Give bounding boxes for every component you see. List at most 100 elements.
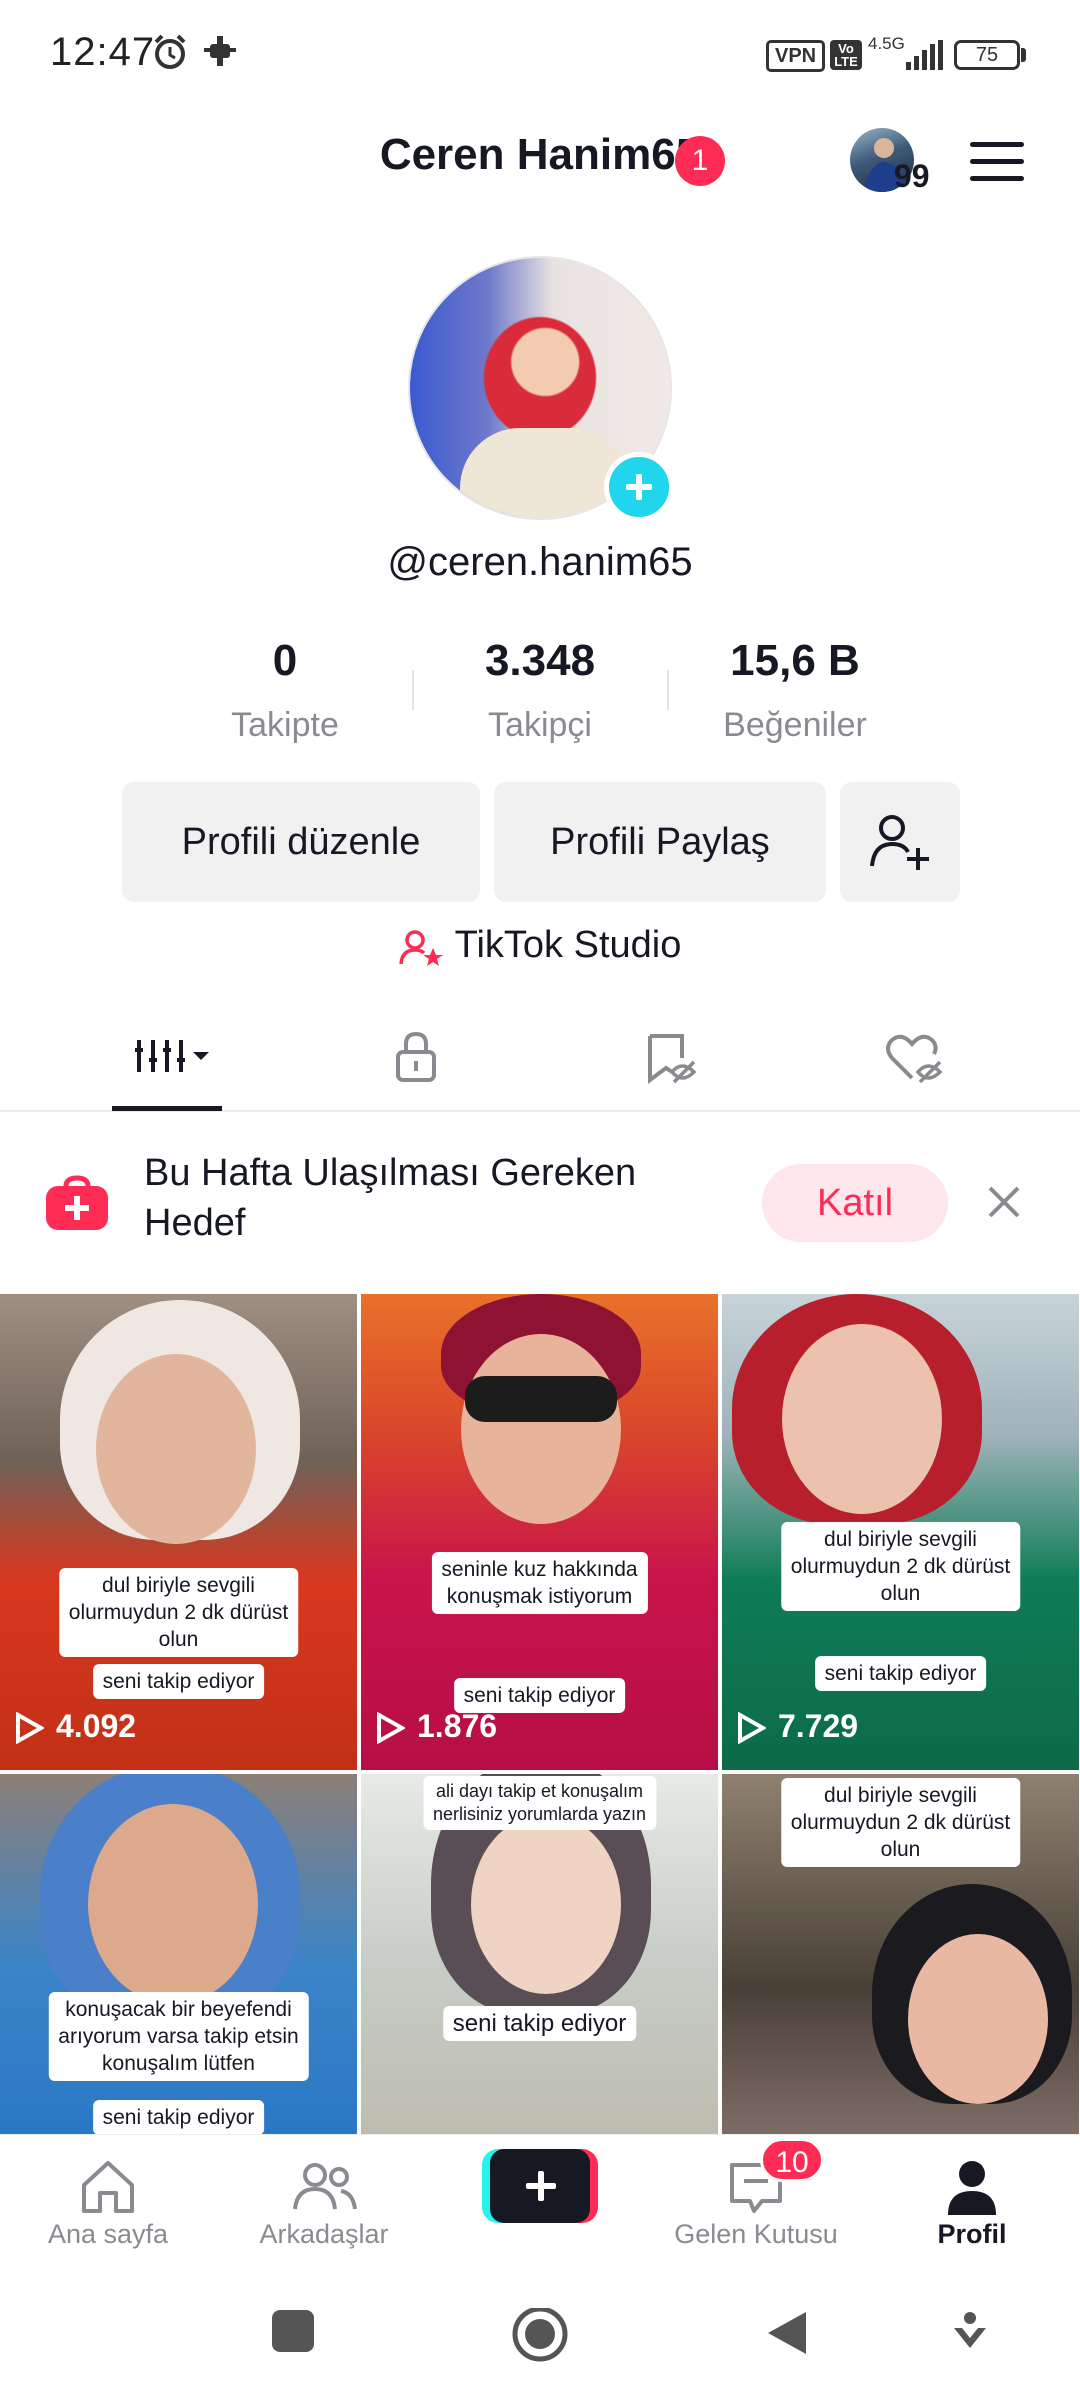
video-thumbnail[interactable]: dul biriyle sevgili olurmuydun 2 dk dürüs… — [0, 1294, 357, 1770]
video-caption: ali dayı takip et konuşalım nerlisiniz yo… — [422, 1776, 657, 1830]
video-thumbnail[interactable]: dul biriyle sevgili olurmuydun 2 dk dürüs… — [722, 1294, 1079, 1770]
friends-icon — [293, 2163, 357, 2210]
add-user-icon — [870, 815, 929, 870]
back-icon[interactable] — [764, 2308, 810, 2358]
sunglasses — [465, 1376, 617, 1422]
video-sticker: seni takip ediyor — [92, 2100, 265, 2134]
studio-icon — [398, 930, 443, 966]
tab-reposts[interactable] — [560, 1012, 776, 1112]
medical-bag-icon — [46, 1175, 108, 1230]
bookmark-hidden-icon — [648, 1034, 697, 1084]
join-button[interactable]: Katıl — [762, 1164, 948, 1242]
page-title: Ceren Hanim65 — [379, 130, 701, 179]
video-caption: seninle kuz hakkında konuşmak istiyorum — [431, 1552, 648, 1614]
inbox-badge: 10 — [760, 2138, 824, 2182]
play-icon — [738, 1712, 766, 1744]
nav-inbox[interactable]: Gelen Kutusu — [648, 2135, 864, 2271]
video-thumbnail[interactable]: konuşacak bir beyefendi arıyorum varsa ta… — [0, 1774, 357, 2134]
video-thumbnail[interactable]: seninle kuz hakkında konuşmak istiyorum s… — [361, 1294, 718, 1770]
nav-friends[interactable]: Arkadaşlar — [216, 2135, 432, 2271]
app-notification-icon — [204, 36, 236, 66]
stat-following[interactable]: 0 Takipte — [165, 636, 405, 745]
alarm-icon — [154, 34, 186, 69]
video-thumbnail[interactable]: dul biriyle sevgili olurmuydun 2 dk dürüs… — [722, 1774, 1079, 2134]
divider — [667, 670, 669, 710]
thumbnail-face — [471, 1814, 621, 1994]
stat-value: 15,6 B — [730, 636, 860, 685]
video-sticker: seni takip ediyor — [814, 1656, 987, 1691]
home-icon — [82, 2161, 134, 2213]
tiktok-studio-link[interactable]: TikTok Studio — [0, 924, 1080, 967]
username: @ceren.hanim65 — [387, 540, 693, 584]
bottom-navigation: Ana sayfa Arkadaşlar Gelen Kutusu Profil — [0, 2134, 1080, 2270]
close-icon[interactable] — [984, 1182, 1024, 1222]
nav-create[interactable] — [432, 2135, 648, 2271]
video-caption: konuşacak bir beyefendi arıyorum varsa ta… — [48, 1992, 309, 2081]
avatar-body-shape — [460, 428, 630, 518]
share-profile-button[interactable]: Profili Paylaş — [494, 782, 826, 902]
nav-label: Arkadaşlar — [259, 2219, 389, 2249]
view-count: 1.876 — [375, 1708, 497, 1745]
tab-liked[interactable] — [806, 1012, 1022, 1112]
weekly-goal-banner: Bu Hafta Ulaşılması Gereken Hedef Katıl — [0, 1120, 1080, 1290]
view-count-value: 7.729 — [778, 1708, 859, 1744]
grid-icon — [135, 1040, 209, 1072]
battery-tip — [1021, 48, 1026, 62]
video-sticker: seni takip ediyor — [92, 1664, 265, 1699]
nav-profile[interactable]: Profil — [864, 2135, 1080, 2271]
active-tab-indicator — [112, 1106, 222, 1111]
video-thumbnail[interactable]: ali dayı takip et konuşalım nerlisiniz yo… — [361, 1774, 718, 2134]
thumbnail-face — [88, 1804, 258, 2004]
status-bar: 12:47 VPN Vo LTE 4.5G 75 — [0, 0, 1080, 110]
view-count-value: 4.092 — [56, 1708, 137, 1744]
thumbnail-face — [782, 1324, 942, 1514]
thumbnail-face — [96, 1354, 256, 1544]
system-navigation — [0, 2270, 1080, 2400]
assistant-icon[interactable] — [950, 2308, 990, 2352]
notification-badge: 1 — [675, 136, 725, 186]
signal-icon — [906, 40, 943, 70]
status-time: 12:47 — [50, 30, 156, 74]
thumbnail-face — [908, 1934, 1048, 2104]
video-grid: dul biriyle sevgili olurmuydun 2 dk dürüs… — [0, 1294, 1080, 2134]
add-friend-button[interactable] — [840, 782, 960, 902]
plus-icon — [490, 2149, 590, 2223]
edit-profile-button[interactable]: Profili düzenle — [122, 782, 480, 902]
stat-likes[interactable]: 15,6 B Beğeniler — [675, 636, 915, 745]
nav-label: Gelen Kutusu — [674, 2219, 838, 2249]
network-type: 4.5G — [868, 34, 905, 53]
view-count-value: 1.876 — [417, 1708, 498, 1744]
menu-button[interactable] — [970, 140, 1024, 184]
visitor-count: 99 — [894, 158, 930, 194]
battery-indicator: 75 — [954, 40, 1020, 70]
stat-label: Takipte — [231, 706, 339, 744]
recents-icon[interactable] — [270, 2308, 316, 2354]
play-icon — [16, 1712, 44, 1744]
video-caption: dul biriyle sevgili olurmuydun 2 dk dürüs… — [780, 1522, 1021, 1611]
video-sticker: seni takip ediyor — [442, 2006, 637, 2041]
stat-label: Beğeniler — [723, 706, 867, 744]
stat-followers[interactable]: 3.348 Takipçi — [420, 636, 660, 745]
view-count: 7.729 — [736, 1708, 858, 1745]
studio-label: TikTok Studio — [454, 924, 682, 966]
create-button[interactable] — [482, 2149, 598, 2223]
video-caption: dul biriyle sevgili olurmuydun 2 dk dürüs… — [58, 1568, 299, 1657]
profile-stats: 0 Takipte 3.348 Takipçi 15,6 B Beğeniler — [0, 636, 1080, 756]
video-caption: dul biriyle sevgili olurmuydun 2 dk dürüs… — [780, 1778, 1021, 1867]
tab-private[interactable] — [308, 1012, 524, 1112]
banner-text: Bu Hafta Ulaşılması Gereken Hedef — [144, 1152, 637, 1244]
play-icon — [377, 1712, 405, 1744]
thumbnail-face — [461, 1334, 621, 1524]
stat-value: 3.348 — [484, 636, 596, 685]
lock-icon — [396, 1031, 436, 1082]
nav-home[interactable]: Ana sayfa — [0, 2135, 216, 2271]
nav-label: Profil — [937, 2219, 1007, 2249]
vpn-indicator: VPN — [766, 40, 826, 72]
divider — [412, 670, 414, 710]
add-story-button[interactable] — [604, 452, 674, 522]
profile-tabs — [0, 1012, 1080, 1112]
home-button-icon[interactable] — [510, 2308, 570, 2368]
stat-value: 0 — [272, 636, 298, 685]
liked-hidden-icon — [886, 1034, 943, 1084]
tab-videos[interactable] — [60, 1012, 276, 1112]
